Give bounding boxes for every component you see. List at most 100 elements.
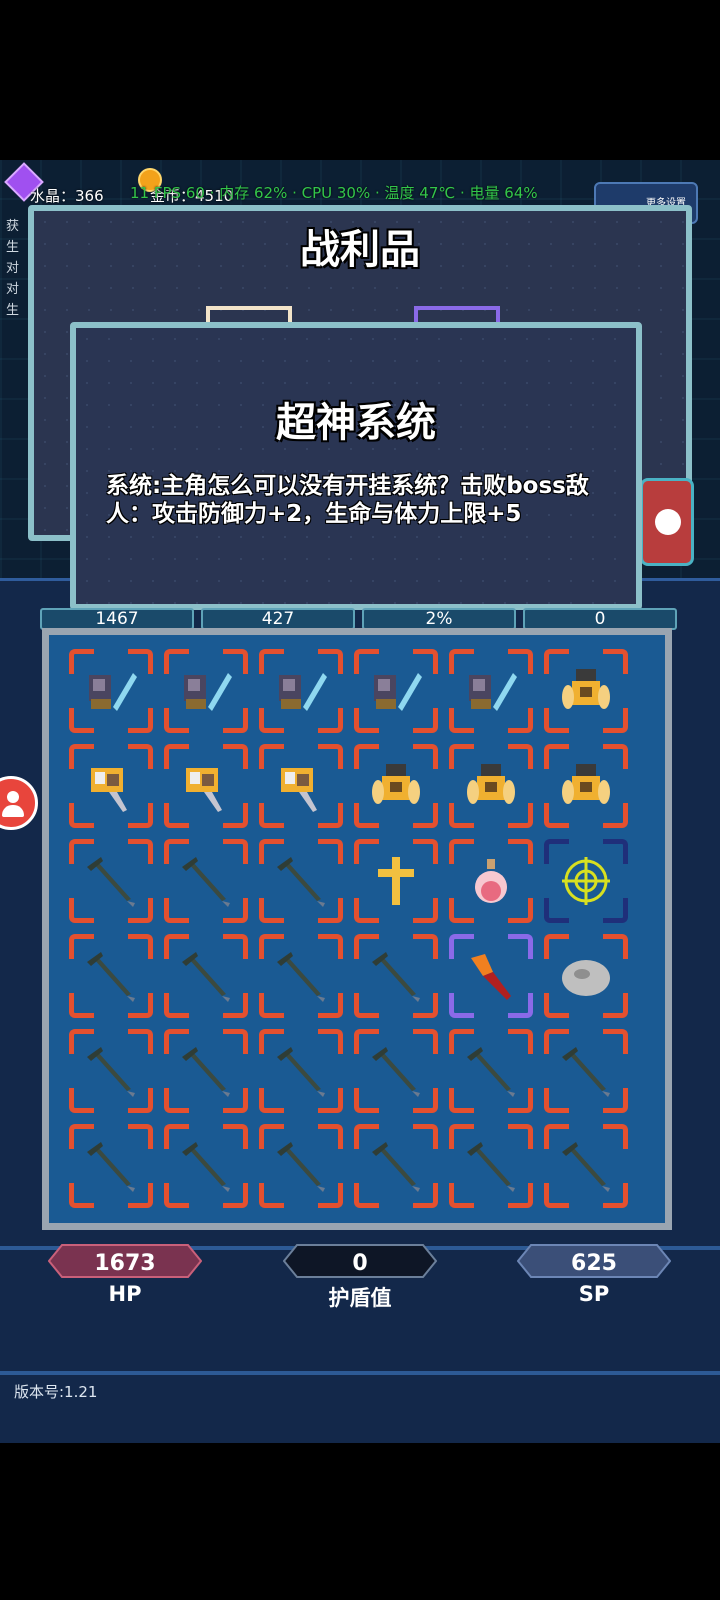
version-label: 版本号:1.21 bbox=[14, 1383, 98, 1401]
dark-trident-icon bbox=[368, 1138, 424, 1194]
inventory-slot[interactable] bbox=[69, 1124, 153, 1208]
dark-trident-icon bbox=[178, 1138, 234, 1194]
inventory-slot[interactable] bbox=[69, 649, 153, 733]
inventory-slot[interactable] bbox=[164, 934, 248, 1018]
dark-trident-icon bbox=[463, 1138, 519, 1194]
dark-trident-icon bbox=[273, 1138, 329, 1194]
dark-trident-icon bbox=[83, 853, 139, 909]
log-line: 获 bbox=[6, 219, 20, 234]
gold-armor-icon bbox=[463, 758, 519, 814]
inventory-slot[interactable] bbox=[449, 839, 533, 923]
dark-trident-icon bbox=[178, 853, 234, 909]
hp-pill: 1673 bbox=[48, 1244, 202, 1278]
sp-pill: 625 bbox=[517, 1244, 671, 1278]
shield-value: 0 bbox=[352, 1251, 368, 1276]
inventory-slot[interactable] bbox=[449, 934, 533, 1018]
sp-label: SP bbox=[578, 1282, 610, 1306]
inventory-slot[interactable] bbox=[449, 744, 533, 828]
log-line: 生 bbox=[6, 303, 20, 318]
top-resource-bar: 水晶：366 金币：4510 11 FPS 60 · 内存 62% · CPU … bbox=[0, 160, 720, 224]
inventory-slot[interactable] bbox=[449, 1029, 533, 1113]
inventory-slot[interactable] bbox=[544, 839, 628, 923]
gold-armor-icon bbox=[558, 663, 614, 719]
inventory-slot[interactable] bbox=[259, 1029, 343, 1113]
inventory-grid bbox=[42, 628, 672, 1230]
gold-cross-icon bbox=[368, 853, 424, 909]
log-line: 生 bbox=[6, 240, 20, 255]
gold-gauntlet-icon bbox=[83, 758, 139, 814]
dark-trident-icon bbox=[273, 853, 329, 909]
dialog-title: 超神系统 bbox=[276, 400, 436, 446]
inventory-slot[interactable] bbox=[449, 649, 533, 733]
log-line: 对 bbox=[6, 282, 20, 297]
inventory-slot[interactable] bbox=[449, 1124, 533, 1208]
event-log: 获 生 对 对 生 bbox=[6, 216, 28, 321]
sp-value: 625 bbox=[571, 1251, 617, 1276]
sword-gauntlet-icon bbox=[178, 663, 234, 719]
dark-trident-icon bbox=[463, 1043, 519, 1099]
gold-armor-icon bbox=[558, 758, 614, 814]
divider bbox=[0, 1371, 720, 1375]
dark-trident-icon bbox=[558, 1138, 614, 1194]
inventory-slot[interactable] bbox=[259, 934, 343, 1018]
inventory-slot[interactable] bbox=[354, 1029, 438, 1113]
inventory-slot[interactable] bbox=[259, 649, 343, 733]
system-dialog: 超神系统 系统:主角怎么可以没有开挂系统？击败boss敌人：攻击防御力+2，生命… bbox=[70, 322, 642, 610]
sword-gauntlet-icon bbox=[368, 663, 424, 719]
stone-icon bbox=[558, 948, 614, 1004]
inventory-slot[interactable] bbox=[69, 744, 153, 828]
dark-trident-icon bbox=[83, 1138, 139, 1194]
dark-trident-icon bbox=[273, 948, 329, 1004]
dark-trident-icon bbox=[558, 1043, 614, 1099]
log-line: 对 bbox=[6, 261, 20, 276]
gold-gauntlet-icon bbox=[273, 758, 329, 814]
dialog-message: 系统:主角怎么可以没有开挂系统？击败boss敌人：攻击防御力+2，生命与体力上限… bbox=[106, 473, 589, 527]
stats-row: 1467 427 2% 0 bbox=[40, 608, 680, 630]
close-button[interactable] bbox=[640, 478, 694, 566]
shield-label: 护盾值 bbox=[328, 1286, 392, 1310]
inventory-slot[interactable] bbox=[164, 1029, 248, 1113]
inventory-slot[interactable] bbox=[544, 1124, 628, 1208]
stat-extra: 0 bbox=[523, 608, 677, 630]
hp-value: 1673 bbox=[94, 1251, 156, 1276]
inventory-slot[interactable] bbox=[354, 744, 438, 828]
sword-gauntlet-icon bbox=[463, 663, 519, 719]
system-status-overlay: 11 FPS 60 · 内存 62% · CPU 30% · 温度 47℃ · … bbox=[130, 184, 538, 202]
dark-trident-icon bbox=[273, 1043, 329, 1099]
potion-icon bbox=[463, 853, 519, 909]
inventory-slot[interactable] bbox=[354, 839, 438, 923]
dark-trident-icon bbox=[83, 1043, 139, 1099]
stat-defense: 427 bbox=[201, 608, 355, 630]
web-rune-icon bbox=[558, 853, 614, 909]
dark-trident-icon bbox=[178, 948, 234, 1004]
inventory-slot[interactable] bbox=[69, 839, 153, 923]
inventory-slot[interactable] bbox=[164, 649, 248, 733]
gold-armor-icon bbox=[368, 758, 424, 814]
inventory-slot[interactable] bbox=[259, 744, 343, 828]
inventory-slot[interactable] bbox=[164, 839, 248, 923]
inventory-slot[interactable] bbox=[164, 1124, 248, 1208]
person-icon bbox=[7, 791, 19, 803]
inventory-slot[interactable] bbox=[354, 649, 438, 733]
inventory-slot[interactable] bbox=[544, 649, 628, 733]
inventory-slot[interactable] bbox=[69, 1029, 153, 1113]
inventory-slot[interactable] bbox=[544, 1029, 628, 1113]
dark-trident-icon bbox=[178, 1043, 234, 1099]
loot-title: 战利品 bbox=[300, 227, 420, 273]
shield-pill: 0 bbox=[283, 1244, 437, 1278]
sword-gauntlet-icon bbox=[273, 663, 329, 719]
inventory-slot[interactable] bbox=[259, 1124, 343, 1208]
inventory-slot[interactable] bbox=[544, 934, 628, 1018]
stat-attack: 1467 bbox=[40, 608, 194, 630]
inventory-slot[interactable] bbox=[164, 744, 248, 828]
inventory-slot[interactable] bbox=[544, 744, 628, 828]
inventory-slot[interactable] bbox=[259, 839, 343, 923]
inventory-slot[interactable] bbox=[354, 934, 438, 1018]
dark-trident-icon bbox=[368, 948, 424, 1004]
inventory-slot[interactable] bbox=[69, 934, 153, 1018]
crystal-count: 水晶：366 bbox=[30, 187, 104, 205]
inventory-slot[interactable] bbox=[354, 1124, 438, 1208]
dark-trident-icon bbox=[83, 948, 139, 1004]
dark-trident-icon bbox=[368, 1043, 424, 1099]
sword-gauntlet-icon bbox=[83, 663, 139, 719]
